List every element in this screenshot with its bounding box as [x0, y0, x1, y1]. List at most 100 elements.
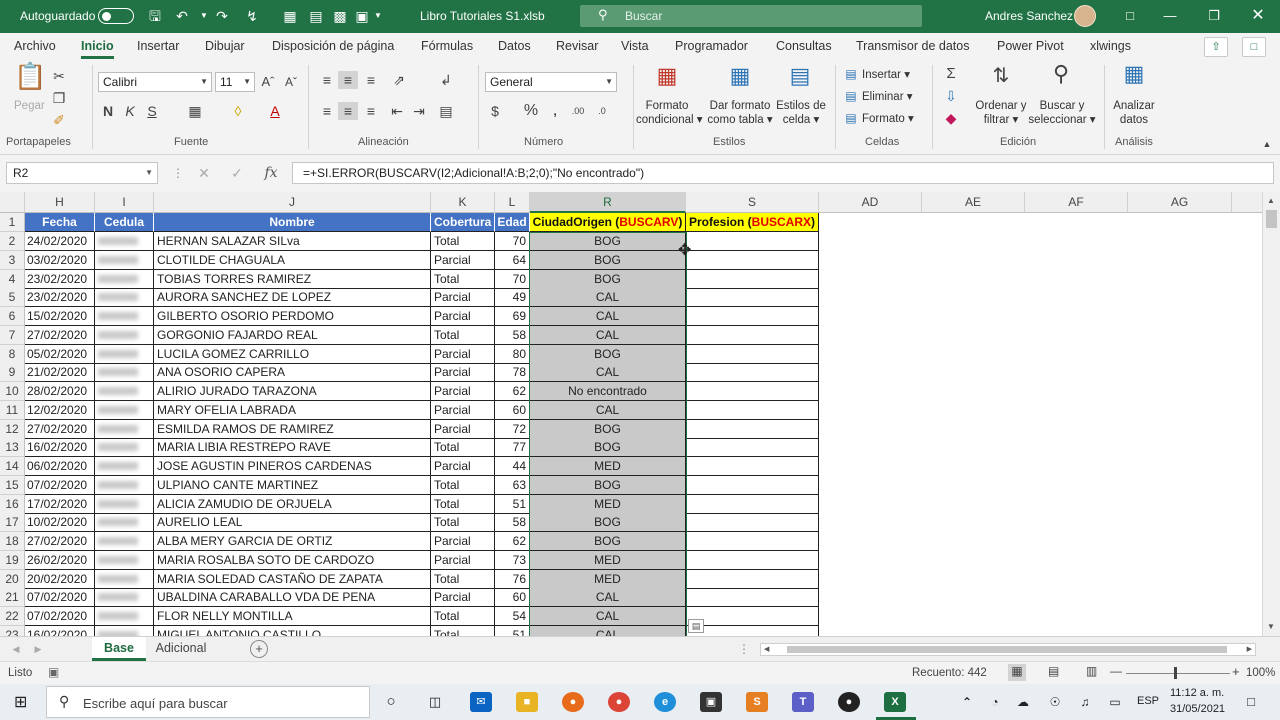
next-sheet-icon[interactable]: ▶ — [32, 640, 44, 658]
row-header[interactable]: 10 — [0, 382, 25, 401]
cell-cobertura[interactable]: Parcial — [431, 288, 495, 308]
cell-cedula-blurred[interactable] — [95, 288, 154, 308]
cell-edad[interactable]: 58 — [495, 325, 530, 345]
header-ciudad-origen[interactable]: CiudadOrigen (BUSCARV) — [530, 213, 686, 232]
zoom-slider[interactable] — [1126, 673, 1230, 674]
chrome-icon[interactable]: ● — [608, 692, 630, 712]
cell-ciudad-origen[interactable]: CAL — [530, 288, 686, 308]
cell-styles-button[interactable]: Estilos de celda ▾ — [774, 99, 828, 127]
cell-edad[interactable]: 73 — [495, 550, 530, 570]
cell-nombre[interactable]: JOSE AGUSTIN PINEROS CARDENAS — [154, 457, 431, 476]
header-profesion[interactable]: Profesion (BUSCARX) — [686, 213, 819, 232]
cell-cobertura[interactable]: Parcial — [431, 382, 495, 401]
cell-profesion[interactable] — [686, 269, 819, 289]
row-header[interactable]: 21 — [0, 588, 25, 608]
restore-icon[interactable]: ❐ — [1204, 7, 1224, 25]
borders-icon[interactable]: ▦ — [186, 102, 204, 120]
header-fecha[interactable]: Fecha — [25, 213, 95, 232]
row-header[interactable]: 6 — [0, 307, 25, 326]
cell-nombre[interactable]: FLOR NELLY MONTILLA — [154, 607, 431, 626]
zoom-slider-thumb[interactable] — [1174, 667, 1177, 679]
orientation-icon[interactable]: ⇗ — [388, 71, 410, 89]
increase-indent-icon[interactable]: ⇥ — [410, 102, 428, 120]
cell-profesion[interactable] — [686, 325, 819, 345]
cell-ciudad-origen[interactable]: MED — [530, 569, 686, 589]
cell-edad[interactable]: 70 — [495, 269, 530, 289]
cell-fecha[interactable]: 23/02/2020 — [25, 288, 95, 308]
insert-cells-icon[interactable]: ▤ — [843, 65, 859, 83]
cell-fecha[interactable]: 26/02/2020 — [25, 550, 95, 570]
cell-ciudad-origen[interactable]: BOG — [530, 438, 686, 458]
cell-cedula-blurred[interactable] — [95, 532, 154, 551]
onedrive-icon[interactable]: ☁ — [1012, 692, 1034, 712]
cell-cobertura[interactable]: Total — [431, 607, 495, 626]
cell-fecha[interactable]: 27/02/2020 — [25, 325, 95, 345]
scroll-right-icon[interactable]: ▶ — [1247, 645, 1252, 653]
cell-profesion[interactable] — [686, 288, 819, 308]
vertical-scrollbar[interactable]: ▲ ▼ — [1262, 192, 1280, 636]
collapse-ribbon-icon[interactable]: ▲ — [1260, 135, 1274, 153]
bold-icon[interactable]: N — [100, 102, 116, 120]
scroll-left-icon[interactable]: ◀ — [764, 645, 769, 653]
cell-fecha[interactable]: 07/02/2020 — [25, 607, 95, 626]
prev-sheet-icon[interactable]: ◀ — [10, 640, 22, 658]
ribbon-display-icon[interactable]: □ — [1120, 7, 1140, 25]
row-header[interactable]: 18 — [0, 532, 25, 551]
row-header[interactable]: 5 — [0, 288, 25, 308]
tab-consultas[interactable]: Consultas — [776, 39, 832, 53]
cell-cobertura[interactable]: Total — [431, 513, 495, 533]
font-color-icon[interactable]: A — [266, 102, 284, 120]
mail-icon[interactable]: ✉ — [470, 692, 492, 712]
cell-fecha[interactable]: 07/02/2020 — [25, 588, 95, 608]
windows-start-icon[interactable]: ⊞ — [14, 694, 31, 711]
font-size-combo[interactable]: 11 ▼ — [215, 72, 255, 92]
percent-icon[interactable]: % — [522, 102, 540, 120]
tab-power-pivot[interactable]: Power Pivot — [997, 39, 1064, 53]
cell-edad[interactable]: 51 — [495, 625, 530, 636]
cell-nombre[interactable]: ESMILDA RAMOS DE RAMIREZ — [154, 419, 431, 439]
task-view-icon[interactable]: ◫ — [424, 692, 446, 712]
cell-fecha[interactable]: 21/02/2020 — [25, 363, 95, 383]
align-bottom-icon[interactable]: ≡ — [362, 71, 380, 89]
cell-profesion[interactable] — [686, 475, 819, 495]
tab-inicio[interactable]: Inicio — [81, 39, 114, 59]
add-sheet-icon[interactable]: + — [250, 640, 268, 658]
cell-cedula-blurred[interactable] — [95, 569, 154, 589]
macro-record-icon[interactable]: ▣ — [48, 665, 59, 679]
sublime-icon[interactable]: S — [746, 692, 768, 712]
clear-icon[interactable]: ◆ — [942, 109, 960, 127]
taskbar-search[interactable]: ⚲ Escribe aquí para buscar — [46, 686, 370, 718]
cell-nombre[interactable]: ALIRIO JURADO TARAZONA — [154, 382, 431, 401]
tab-transmisor[interactable]: Transmisor de datos — [856, 39, 969, 53]
cell-fecha[interactable]: 05/02/2020 — [25, 344, 95, 364]
find-select-button[interactable]: Buscar y seleccionar ▾ — [1028, 99, 1096, 127]
show-hidden-icons[interactable]: ⌃ — [956, 692, 978, 712]
format-as-table-icon[interactable]: ▦ — [726, 65, 754, 95]
tab-archivo[interactable]: Archivo — [14, 39, 56, 53]
cell-cobertura[interactable]: Parcial — [431, 250, 495, 270]
cell-cobertura[interactable]: Parcial — [431, 457, 495, 476]
language-indicator[interactable]: ESP — [1137, 695, 1159, 707]
normal-view-icon[interactable]: ▦ — [1008, 664, 1026, 681]
cell-edad[interactable]: 77 — [495, 438, 530, 458]
header-cobertura[interactable]: Cobertura — [431, 213, 495, 232]
cell-cobertura[interactable]: Parcial — [431, 400, 495, 420]
cell-edad[interactable]: 63 — [495, 475, 530, 495]
cell-ciudad-origen[interactable]: BOG — [530, 475, 686, 495]
cell-cobertura[interactable]: Parcial — [431, 344, 495, 364]
increase-decimal-icon[interactable]: .00 — [568, 102, 588, 120]
cell-cedula-blurred[interactable] — [95, 400, 154, 420]
fill-icon[interactable]: ⇩ — [942, 87, 960, 105]
row-header[interactable]: 4 — [0, 269, 25, 289]
formula-input[interactable]: =+SI.ERROR(BUSCARV(I2;Adicional!A:B;2;0)… — [292, 162, 1274, 184]
cell-profesion[interactable] — [686, 344, 819, 364]
cell-profesion[interactable] — [686, 550, 819, 570]
cell-cedula-blurred[interactable] — [95, 307, 154, 326]
cell-cobertura[interactable]: Parcial — [431, 307, 495, 326]
scroll-down-icon[interactable]: ▼ — [1267, 622, 1275, 631]
align-middle-icon[interactable]: ≡ — [338, 71, 358, 89]
align-left-icon[interactable]: ≡ — [318, 102, 336, 120]
cell-ciudad-origen[interactable]: CAL — [530, 588, 686, 608]
horizontal-scrollbar[interactable]: ◀ ▶ — [760, 643, 1256, 656]
cell-fecha[interactable]: 16/02/2020 — [25, 438, 95, 458]
